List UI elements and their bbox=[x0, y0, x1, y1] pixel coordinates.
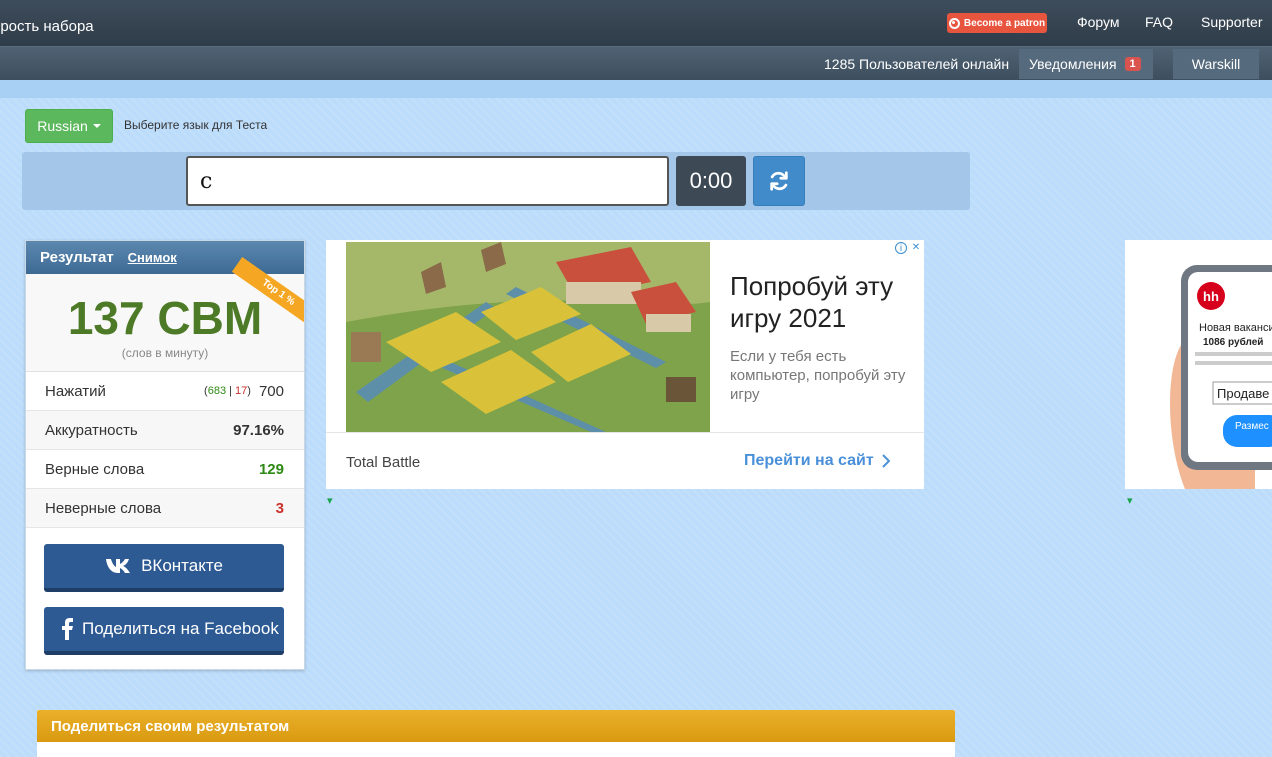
result-title: Результат bbox=[40, 249, 114, 266]
correct-words-value: 129 bbox=[258, 460, 284, 478]
keystrokes-wrong: 17 bbox=[235, 385, 248, 397]
wrong-words-value: 3 bbox=[275, 499, 284, 517]
refresh-icon bbox=[770, 171, 788, 191]
share-result-title: Поделиться своим результатом bbox=[37, 710, 955, 742]
user-menu-button[interactable]: Warskill bbox=[1173, 49, 1259, 79]
language-dropdown-button[interactable]: Russian bbox=[25, 109, 113, 143]
keystrokes-breakdown: (683 | 17) bbox=[204, 385, 251, 397]
stat-row-keystrokes: Нажатий (683 | 17) 700 bbox=[26, 372, 304, 411]
side-ad-line1: Новая вакансия bbox=[1199, 322, 1272, 334]
nav-forum-link[interactable]: Форум bbox=[1077, 14, 1120, 30]
stat-label: Неверные слова bbox=[45, 499, 162, 517]
language-hint: Выберите язык для Теста bbox=[124, 118, 268, 132]
patreon-icon bbox=[948, 17, 960, 29]
keystrokes-total: 700 bbox=[258, 382, 284, 400]
become-patron-button[interactable]: Become a patron bbox=[947, 13, 1047, 33]
language-selected: Russian bbox=[37, 118, 88, 134]
stat-label: Аккуратность bbox=[45, 421, 138, 439]
result-panel: Результат Снимок Top 1 % 137 СВМ (слов в… bbox=[25, 240, 305, 670]
stat-row-correct-words: Верные слова 129 bbox=[26, 450, 304, 489]
ad-cta-label: Перейти на сайт bbox=[744, 452, 874, 469]
typing-input[interactable] bbox=[186, 156, 669, 206]
header-strip bbox=[0, 80, 1272, 98]
notifications-label: Уведомления bbox=[1029, 56, 1117, 72]
ad-choices[interactable]: i ✕ bbox=[895, 242, 922, 254]
accuracy-value: 97.16% bbox=[233, 421, 284, 439]
ad-cta-link[interactable]: Перейти на сайт bbox=[744, 452, 890, 470]
share-facebook-button[interactable]: Поделиться на Facebook bbox=[44, 607, 284, 655]
stat-label: Верные слова bbox=[45, 460, 145, 478]
restart-button[interactable] bbox=[753, 156, 805, 206]
top-navbar: орость набора Become a patron Форум FAQ … bbox=[0, 0, 1272, 46]
ad-description: Если у тебя есть компьютер, попробуй эту… bbox=[730, 348, 906, 403]
keystrokes-correct: 683 bbox=[207, 385, 227, 397]
ad-game-image[interactable] bbox=[346, 242, 710, 432]
facebook-icon bbox=[62, 618, 73, 640]
vk-label: ВКонтакте bbox=[141, 556, 223, 575]
ad-info-icon[interactable]: i bbox=[895, 242, 907, 254]
ad-banner[interactable]: Попробуй эту игру 2021 Если у тебя есть … bbox=[326, 240, 924, 489]
share-result-panel: Поделиться своим результатом bbox=[37, 710, 955, 757]
wpm-box: Top 1 % 137 СВМ (слов в минуту) bbox=[26, 256, 304, 372]
notifications-button[interactable]: Уведомления 1 bbox=[1019, 49, 1153, 79]
facebook-label: Поделиться на Facebook bbox=[82, 619, 279, 638]
side-ad-marker-icon[interactable]: ▾ bbox=[1127, 494, 1133, 507]
stat-label: Нажатий bbox=[45, 382, 106, 400]
share-vk-button[interactable]: ВКонтакте bbox=[44, 544, 284, 592]
side-ad-image: hh Новая вакансия 1086 рублей Продаве Ра… bbox=[1170, 265, 1272, 489]
patron-label: Become a patron bbox=[963, 17, 1046, 29]
notifications-count-badge: 1 bbox=[1124, 57, 1141, 71]
side-ad-field: Продаве bbox=[1217, 386, 1269, 401]
caret-down-icon bbox=[92, 124, 101, 128]
wpm-unit: (слов в минуту) bbox=[121, 346, 209, 360]
snapshot-link[interactable]: Снимок bbox=[128, 250, 177, 265]
side-ad-logo: hh bbox=[1203, 289, 1219, 304]
ad-brand: Total Battle bbox=[346, 454, 421, 471]
sub-navbar: 1285 Пользователей онлайн Уведомления 1 … bbox=[0, 46, 1272, 80]
ad-marker-icon[interactable]: ▾ bbox=[327, 494, 333, 507]
ad-footer: Total Battle Перейти на сайт bbox=[326, 432, 924, 489]
ad-close-icon[interactable]: ✕ bbox=[910, 242, 922, 254]
users-online-text: 1285 Пользователей онлайн bbox=[824, 56, 1010, 72]
ad-title[interactable]: Попробуй эту игру 2021 bbox=[730, 270, 910, 334]
nav-supporter-link[interactable]: Supporter bbox=[1201, 14, 1262, 30]
stat-row-accuracy: Аккуратность 97.16% bbox=[26, 411, 304, 450]
stat-row-wrong-words: Неверные слова 3 bbox=[26, 489, 304, 528]
chevron-right-icon bbox=[881, 454, 890, 468]
side-ad-button: Размес ваканс bbox=[1235, 421, 1272, 432]
side-ad-line2: 1086 рублей bbox=[1203, 336, 1263, 348]
vk-icon bbox=[106, 559, 131, 573]
side-ad-banner[interactable]: hh Новая вакансия 1086 рублей Продаве Ра… bbox=[1125, 240, 1272, 489]
site-brand[interactable]: орость набора bbox=[0, 18, 94, 35]
result-header: Результат Снимок bbox=[26, 241, 304, 274]
timer-display: 0:00 bbox=[676, 156, 746, 206]
nav-faq-link[interactable]: FAQ bbox=[1145, 14, 1173, 30]
